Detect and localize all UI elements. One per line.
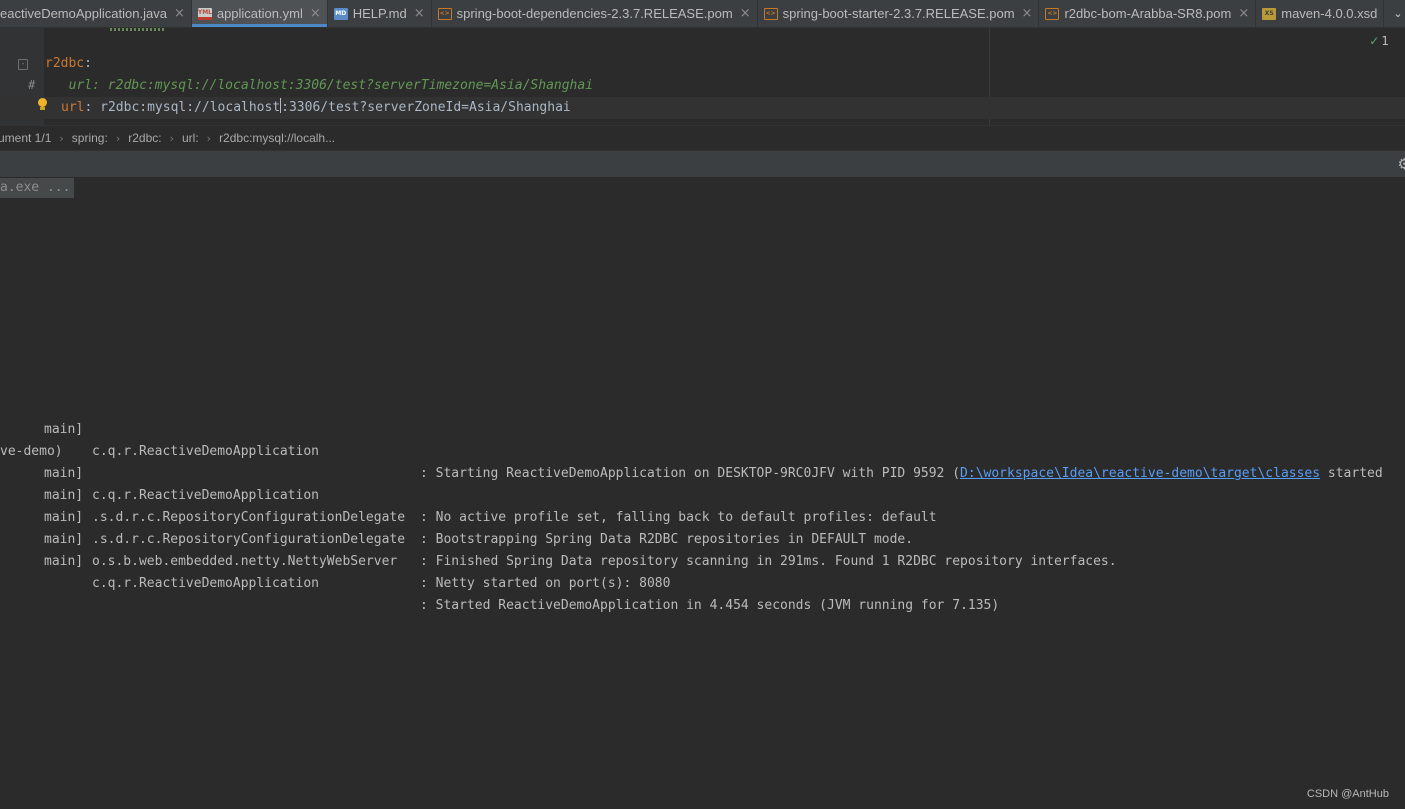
tab-spring-boot-starter-pom[interactable]: <> spring-boot-starter-2.3.7.RELEASE.pom…: [758, 0, 1040, 27]
breadcrumb-separator-icon: ›: [169, 131, 174, 145]
tab-help-md[interactable]: MD HELP.md ×: [328, 0, 432, 27]
tab-spring-boot-dependencies-pom[interactable]: <> spring-boot-dependencies-2.3.7.RELEAS…: [432, 0, 758, 27]
log-thread: main]: [44, 510, 84, 525]
console-toolbar: ⚙: [0, 150, 1405, 178]
log-message: : No active profile set, falling back to…: [420, 510, 937, 525]
log-line: main] .s.d.r.c.RepositoryConfigurationDe…: [0, 463, 913, 547]
yaml-colon: :: [84, 56, 92, 71]
log-logger: c.q.r.ReactiveDemoApplication: [92, 444, 319, 459]
breadcrumb-separator-icon: ›: [59, 131, 64, 145]
log-line: main] c.q.r.ReactiveDemoApplication : St…: [0, 529, 999, 613]
xsd-file-icon: XS: [1262, 7, 1277, 20]
breadcrumb: ument 1/1 › spring: › r2dbc: › url: › r2…: [0, 125, 1405, 150]
editor-tab-bar: eactiveDemoApplication.java × YML applic…: [0, 0, 1405, 28]
close-icon[interactable]: ×: [1238, 6, 1249, 21]
log-line: main] o.s.b.web.embedded.netty.NettyWebS…: [0, 507, 670, 591]
log-thread: main]: [44, 488, 84, 503]
comment-marker: #: [28, 78, 36, 92]
breadcrumb-item-spring[interactable]: spring:: [66, 131, 114, 145]
tab-label: r2dbc-bom-Arabba-SR8.pom: [1064, 6, 1232, 21]
log-message: : Started ReactiveDemoApplication in 4.4…: [420, 598, 1000, 613]
code-editor[interactable]: r2dbc: - # url: r2dbc:mysql://localhost:…: [0, 28, 1405, 125]
fold-icon[interactable]: -: [18, 59, 28, 70]
tab-label: spring-boot-dependencies-2.3.7.RELEASE.p…: [456, 6, 733, 21]
tab-r2dbc-bom-pom[interactable]: <> r2dbc-bom-Arabba-SR8.pom ×: [1039, 0, 1257, 27]
tab-label: HELP.md: [352, 6, 407, 21]
inspection-widget[interactable]: ✓ 1: [1369, 34, 1389, 48]
pom-file-icon: <>: [763, 7, 778, 20]
log-message-prefix: : Starting ReactiveDemoApplication on DE…: [420, 466, 961, 481]
close-icon[interactable]: ×: [174, 6, 185, 21]
close-icon[interactable]: ×: [740, 6, 751, 21]
log-logger: .s.d.r.c.RepositoryConfigurationDelegate: [92, 510, 406, 525]
log-logger: c.q.r.ReactiveDemoApplication: [92, 488, 319, 503]
log-line: main] .s.d.r.c.RepositoryConfigurationDe…: [0, 485, 1117, 569]
tab-reactive-demo-application[interactable]: eactiveDemoApplication.java ×: [0, 0, 192, 27]
breadcrumb-separator-icon: ›: [115, 131, 121, 145]
log-thread: main]: [44, 466, 84, 481]
yaml-value: :3306/test?serverZoneId=Asia/Shanghai: [281, 100, 571, 115]
pom-file-icon: <>: [1045, 7, 1060, 20]
log-line: main] c.q.r.ReactiveDemoApplication : St…: [0, 397, 1405, 481]
close-icon[interactable]: ×: [414, 6, 425, 21]
close-icon[interactable]: ×: [1022, 6, 1033, 21]
inspection-count: 1: [1381, 34, 1389, 48]
yaml-separator: :: [84, 100, 101, 115]
log-message: : Starting ReactiveDemoApplication on DE…: [420, 463, 1383, 485]
log-message: : Bootstrapping Spring Data R2DBC reposi…: [420, 532, 914, 547]
close-icon[interactable]: ×: [310, 6, 321, 21]
breadcrumb-item-r2dbc[interactable]: r2dbc:: [122, 131, 167, 145]
breadcrumb-item-url[interactable]: url:: [176, 131, 205, 145]
markdown-file-icon: MD: [333, 7, 348, 20]
code-line: url: r2dbc:mysql://localhost:3306/test?s…: [61, 97, 571, 119]
yaml-key: url: [61, 100, 85, 115]
log-line: ve-demo): [0, 419, 63, 459]
gear-icon[interactable]: ⚙: [1398, 155, 1405, 173]
pom-file-icon: <>: [437, 7, 452, 20]
tab-label: eactiveDemoApplication.java: [0, 6, 167, 21]
log-message: : Netty started on port(s): 8080: [420, 576, 671, 591]
classes-path-link[interactable]: D:\workspace\Idea\reactive-demo\target\c…: [960, 466, 1320, 481]
log-logger: o.s.b.web.embedded.netty.NettyWebServer: [92, 554, 398, 569]
tab-label: maven-4.0.0.xsd: [1281, 6, 1378, 21]
breadcrumb-separator-icon: ›: [206, 131, 212, 145]
log-message: : Finished Spring Data repository scanni…: [420, 554, 1117, 569]
breadcrumb-item-value[interactable]: r2dbc:mysql://localh...: [213, 131, 341, 145]
comment-text: url: r2dbc:mysql://localhost:3306/test?s…: [53, 78, 594, 93]
code-line: r2dbc:: [45, 53, 92, 75]
log-thread: main]: [44, 554, 84, 569]
tab-label: spring-boot-starter-2.3.7.RELEASE.pom: [782, 6, 1015, 21]
log-message-suffix: started: [1320, 466, 1383, 481]
yml-file-icon: YML: [197, 7, 212, 20]
commented-line: url: r2dbc:mysql://localhost:3306/test?s…: [53, 75, 593, 97]
tab-application-yml[interactable]: YML application.yml ×: [191, 0, 328, 27]
log-logger: .s.d.r.c.RepositoryConfigurationDelegate: [92, 532, 406, 547]
tab-label: application.yml: [216, 6, 303, 21]
tab-maven-xsd[interactable]: XS maven-4.0.0.xsd: [1256, 0, 1385, 27]
lightbulb-icon[interactable]: [37, 98, 48, 111]
checkmark-icon: ✓: [1369, 34, 1380, 48]
log-thread: main]: [44, 532, 84, 547]
run-console[interactable]: a.exe ... main] c.q.r.ReactiveDemoApplic…: [0, 177, 1405, 809]
spelling-squiggle: [110, 28, 166, 31]
yaml-key: r2dbc: [45, 56, 85, 71]
log-thread: main]: [44, 422, 84, 437]
watermark: CSDN @AntHub: [1306, 788, 1389, 800]
console-command-line[interactable]: a.exe ...: [0, 178, 75, 198]
breadcrumb-item-document[interactable]: ument 1/1: [0, 131, 57, 145]
log-line: main] c.q.r.ReactiveDemoApplication : No…: [0, 441, 937, 525]
yaml-value: r2dbc:mysql://localhost: [100, 100, 281, 115]
chevron-down-icon[interactable]: ⌄: [1391, 0, 1405, 27]
log-logger: c.q.r.ReactiveDemoApplication: [92, 576, 319, 591]
